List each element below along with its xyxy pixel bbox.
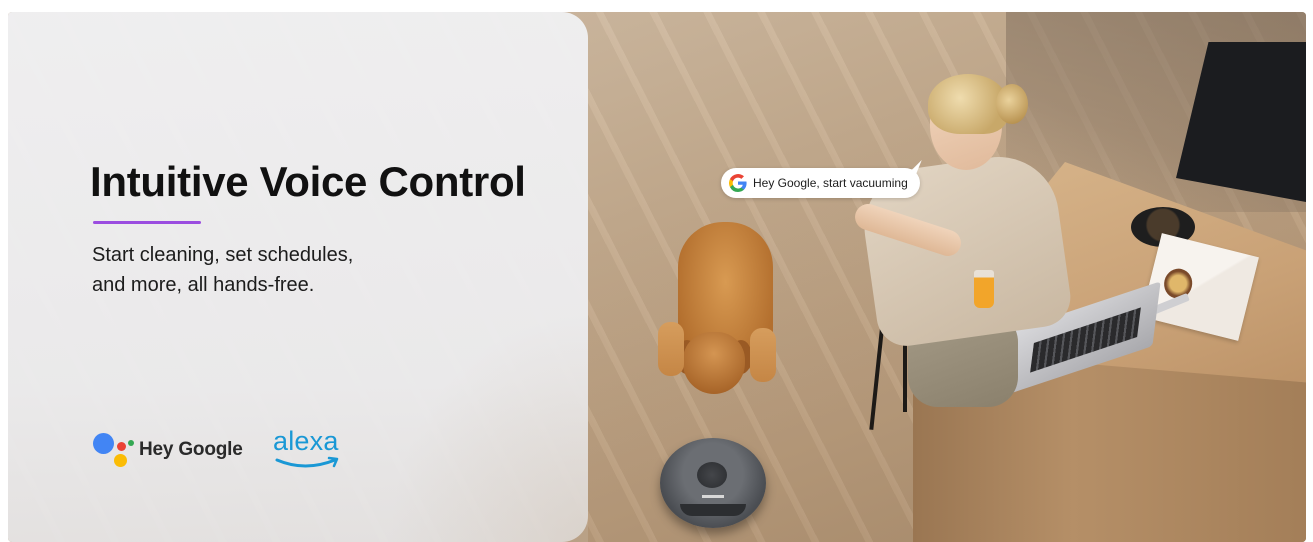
dog-paw: [750, 328, 776, 382]
headline: Intuitive Voice Control: [90, 158, 526, 205]
alexa-label: alexa: [273, 426, 339, 456]
ga-dot-red: [117, 442, 126, 451]
voice-control-banner: Hey Google, start vacuuming Intuitive Vo…: [8, 12, 1306, 542]
alexa-smile-icon: [275, 456, 339, 468]
text-panel: Intuitive Voice Control Start cleaning, …: [8, 12, 588, 542]
robot-lidar: [697, 462, 727, 488]
dog-paw: [658, 322, 684, 376]
google-g-icon: [729, 174, 747, 192]
alexa-logo: alexa: [273, 426, 343, 472]
ga-dot-green: [128, 440, 134, 446]
robot-bumper: [680, 504, 746, 516]
robot-logo: [702, 495, 724, 498]
hair-bun: [996, 84, 1028, 124]
subheadline-line: Start cleaning, set schedules,: [92, 244, 354, 266]
panel-fade: [388, 312, 588, 542]
voice-command-text: Hey Google, start vacuuming: [753, 176, 908, 190]
accent-underline: [93, 221, 201, 224]
ga-dot-blue: [93, 433, 114, 454]
robot-vacuum: [660, 438, 766, 528]
voice-command-bubble: Hey Google, start vacuuming: [721, 168, 920, 198]
dog-head: [683, 332, 745, 394]
subheadline: Start cleaning, set schedules, and more,…: [92, 240, 512, 300]
juice-glass: [974, 270, 994, 308]
google-assistant-icon: [93, 433, 134, 469]
hey-google-label: Hey Google: [139, 439, 243, 460]
subheadline-line: and more, all hands-free.: [92, 274, 315, 296]
golden-retriever: [658, 222, 778, 394]
ga-dot-yellow: [114, 454, 127, 467]
